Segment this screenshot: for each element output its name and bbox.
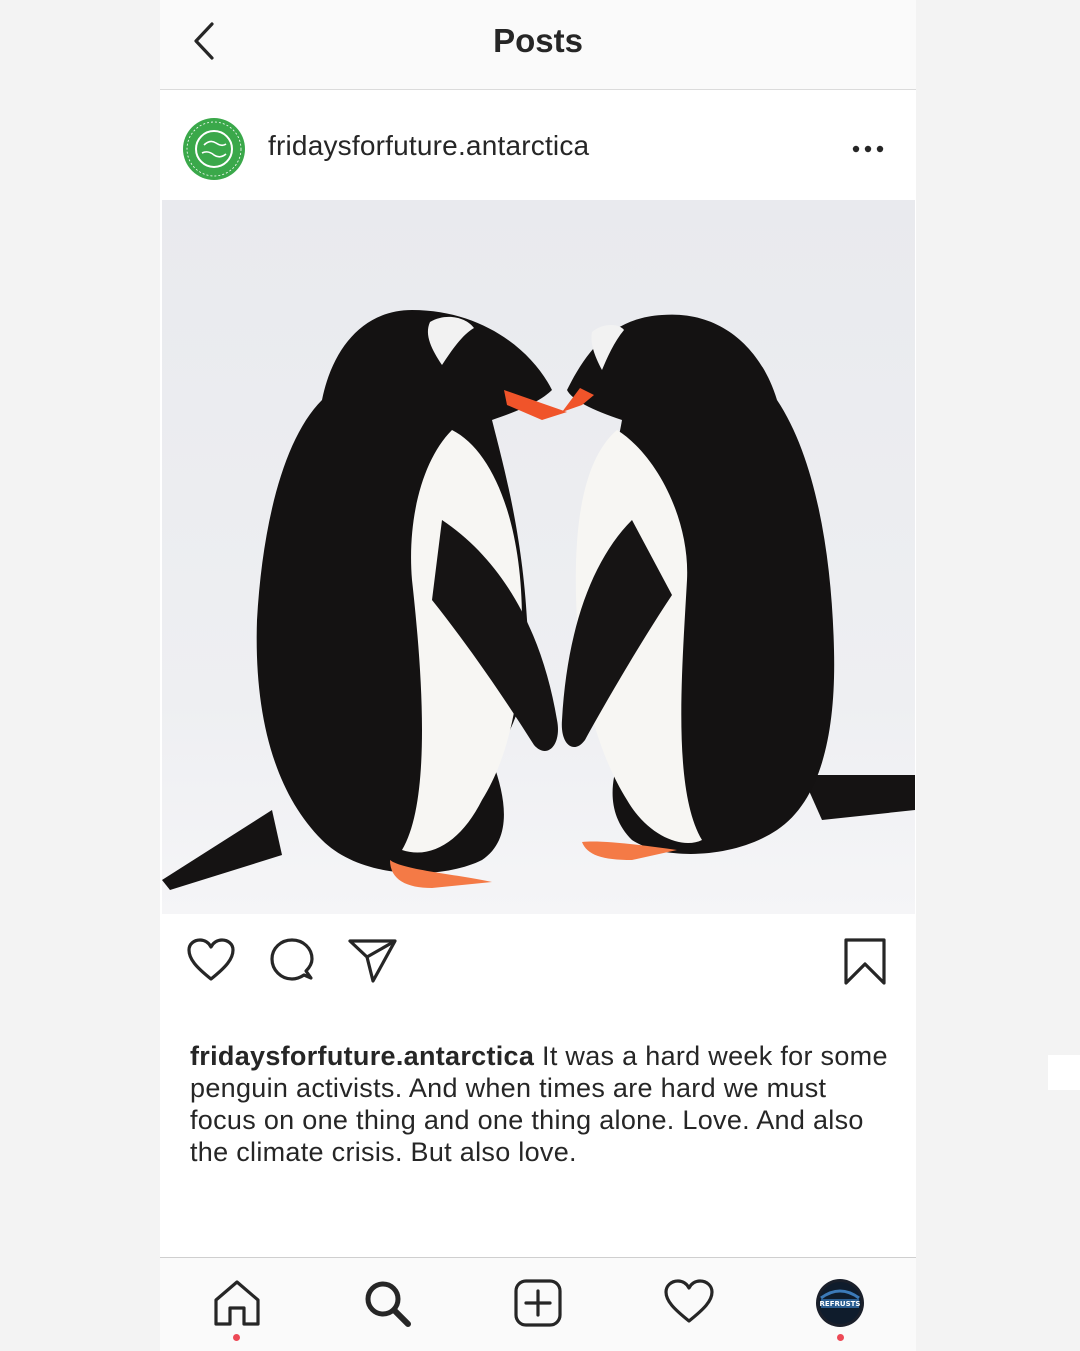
home-notification-dot xyxy=(233,1334,240,1341)
tab-add-post[interactable] xyxy=(498,1258,578,1351)
profile-avatar-label: REFRUSTS xyxy=(820,1300,861,1308)
ellipsis-icon xyxy=(852,145,884,153)
bottom-tab-bar: REFRUSTS xyxy=(160,1257,916,1351)
navigation-bar: Posts xyxy=(160,0,916,90)
comment-icon xyxy=(270,938,314,981)
paper-plane-icon xyxy=(348,939,397,983)
comment-button[interactable] xyxy=(268,937,316,990)
penguins-illustration xyxy=(162,200,915,914)
like-button[interactable] xyxy=(186,937,236,988)
page-title: Posts xyxy=(493,22,583,59)
tab-search[interactable] xyxy=(347,1258,427,1351)
instagram-post-screen: Posts fridaysforfuture.antarctica friday… xyxy=(160,0,916,1351)
bookmark-icon xyxy=(844,938,886,985)
edge-artifact xyxy=(1048,1055,1080,1090)
post-image[interactable] xyxy=(162,200,915,914)
save-button[interactable] xyxy=(842,937,888,992)
profile-avatar: REFRUSTS xyxy=(816,1279,864,1327)
home-icon xyxy=(214,1280,260,1326)
tab-home[interactable] xyxy=(197,1258,277,1351)
profile-notification-dot xyxy=(837,1334,844,1341)
post-username[interactable]: fridaysforfuture.antarctica xyxy=(268,130,589,162)
post-header: fridaysforfuture.antarctica xyxy=(160,90,916,200)
fridays-for-future-logo xyxy=(183,118,245,180)
avatar[interactable] xyxy=(182,117,246,181)
add-post-icon xyxy=(514,1279,562,1327)
post-actions xyxy=(160,915,916,1015)
share-button[interactable] xyxy=(347,937,399,990)
tab-profile[interactable]: REFRUSTS xyxy=(800,1258,880,1351)
activity-heart-icon xyxy=(664,1279,714,1323)
search-icon xyxy=(365,1281,411,1327)
caption-username[interactable]: fridaysforfuture.antarctica xyxy=(190,1041,534,1071)
post-caption: fridaysforfuture.antarctica It was a har… xyxy=(190,1040,890,1168)
heart-icon xyxy=(187,938,235,981)
tab-activity[interactable] xyxy=(648,1258,728,1351)
more-options-button[interactable] xyxy=(850,140,894,160)
